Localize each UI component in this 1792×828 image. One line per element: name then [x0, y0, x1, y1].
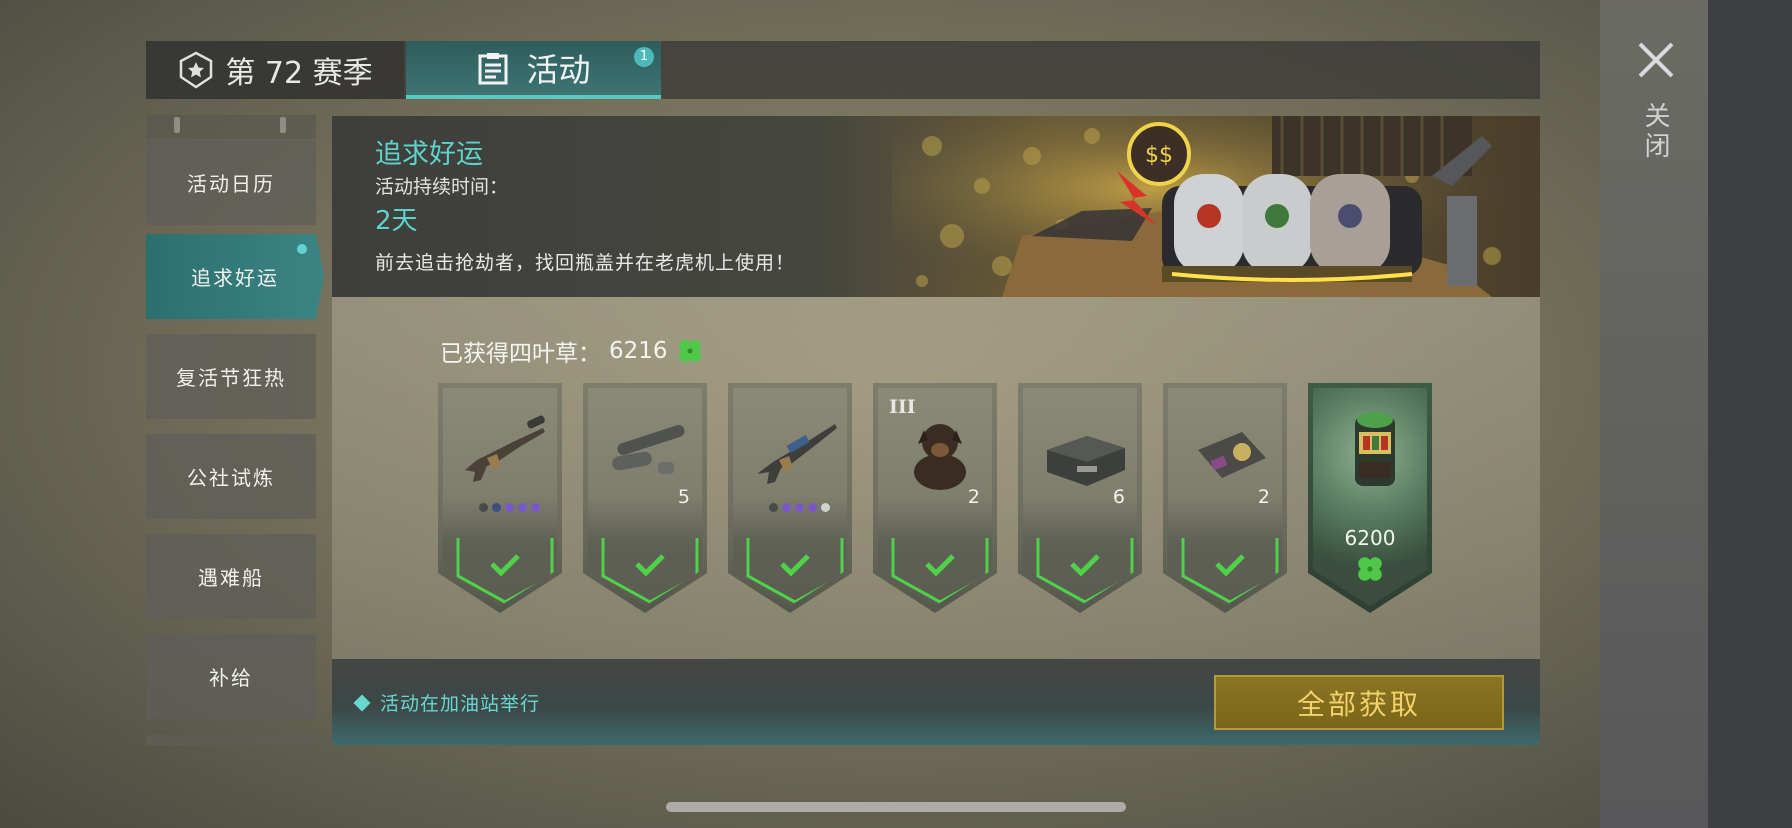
reward-track: 5 III 2 6 2 6200 — [438, 383, 1438, 613]
event-duration: 2天 — [375, 206, 418, 236]
rarity-dot — [492, 503, 501, 512]
close-icon — [1638, 42, 1674, 78]
sidebar-item-label: 复活节狂热 — [176, 366, 286, 390]
reward-card-face — [443, 388, 557, 606]
notification-badge: 1 — [634, 47, 654, 67]
four-leaf-clover-icon — [678, 340, 701, 362]
sidebar-item-label: 活动日历 — [187, 172, 275, 196]
rarity-dot — [505, 503, 514, 512]
event-duration-label: 活动持续时间： — [375, 176, 509, 198]
clover-progress-value: 6216 — [609, 338, 668, 364]
sidebar-top-rail — [146, 115, 316, 139]
reward-card-face: 5 — [588, 388, 702, 606]
reward-card-face: 6200 — [1313, 388, 1427, 606]
reward-count: 2 — [1257, 486, 1270, 508]
final-reward-card[interactable]: 6200 — [1308, 383, 1432, 613]
sidebar-item-label: 补给 — [209, 666, 253, 690]
rarity-dot — [808, 503, 817, 512]
event-sidebar: 活动日历 追求好运 复活节狂热 公社试炼 遇难船 补给 — [146, 115, 324, 745]
sidebar-item-commune-trial[interactable]: 公社试炼 — [146, 434, 316, 519]
rail-peg — [280, 117, 286, 133]
claim-all-button[interactable]: 全部获取 — [1214, 675, 1504, 730]
close-button[interactable] — [1632, 36, 1680, 84]
sidebar-item-supply[interactable]: 补给 — [146, 634, 316, 719]
tab-season[interactable]: 第 72 赛季 — [146, 41, 404, 99]
sidebar-item-pursue-luck[interactable]: 追求好运 — [146, 234, 324, 319]
reward-card[interactable]: 2 — [1163, 383, 1287, 613]
claimed-check-icon — [891, 538, 989, 604]
reward-card-face: 2 — [1168, 388, 1282, 606]
event-panel: $$ 追求好运 活动持续时间： 2天 前去追击抢劫者，找回瓶盖并在老虎机上使用！… — [332, 116, 1540, 745]
rarity-dots — [479, 503, 540, 512]
reward-content: 已获得四叶草： 6216 5 III 2 6 2 6200 — [332, 297, 1540, 659]
claimed-check-icon — [1036, 538, 1134, 604]
reward-card[interactable] — [728, 383, 852, 613]
reward-card[interactable]: 5 — [583, 383, 707, 613]
home-indicator[interactable] — [666, 802, 1126, 812]
four-leaf-clover-icon — [1358, 557, 1382, 581]
event-title: 追求好运 — [375, 139, 483, 170]
sidebar-item-partial — [146, 735, 316, 745]
reward-card-face — [733, 388, 847, 606]
event-banner: $$ 追求好运 活动持续时间： 2天 前去追击抢劫者，找回瓶盖并在老虎机上使用！ — [332, 116, 1540, 297]
rarity-dot — [531, 503, 540, 512]
rarity-dot — [518, 503, 527, 512]
sidebar-item-label: 公社试炼 — [187, 466, 275, 490]
claimed-check-icon — [746, 538, 844, 604]
rarity-dot — [782, 503, 791, 512]
clover-progress: 已获得四叶草： 6216 — [440, 334, 704, 368]
rarity-dot — [479, 503, 488, 512]
new-indicator-dot — [297, 244, 307, 254]
reward-card[interactable] — [438, 383, 562, 613]
reward-count: 2 — [967, 486, 980, 508]
diamond-bullet-icon — [353, 694, 371, 711]
sidebar-item-shipwreck[interactable]: 遇难船 — [146, 534, 316, 619]
claimed-check-icon — [456, 538, 554, 604]
close-label[interactable]: 关闭 — [1638, 102, 1674, 162]
event-location-note: 活动在加油站举行 — [353, 689, 541, 716]
reward-count: 5 — [677, 486, 690, 508]
claimed-check-icon — [1181, 538, 1279, 604]
dog-icon — [914, 424, 966, 490]
rail-peg — [174, 117, 180, 133]
rarity-dot — [769, 503, 778, 512]
sidebar-item-label: 追求好运 — [191, 266, 279, 290]
tab-event[interactable]: 活动 — [406, 41, 661, 99]
sidebar-item-easter[interactable]: 复活节狂热 — [146, 334, 316, 419]
final-reward-cost: 6200 — [1344, 526, 1396, 550]
event-footer: 活动在加油站举行 全部获取 — [332, 659, 1540, 745]
launcher-parts-icon — [612, 425, 685, 474]
sidebar-item-calendar[interactable]: 活动日历 — [146, 140, 316, 225]
reward-card-face: 6 — [1023, 388, 1137, 606]
assault-rifle-icon — [757, 424, 837, 484]
rifle-icon — [465, 415, 545, 482]
event-description: 前去追击抢劫者，找回瓶盖并在老虎机上使用！ — [375, 252, 796, 274]
event-location-text: 活动在加油站举行 — [380, 693, 541, 715]
slot-machine-icon — [1355, 412, 1395, 486]
rarity-dot — [821, 503, 830, 512]
reward-card[interactable]: III 2 — [873, 383, 997, 613]
season-shield-icon — [180, 51, 213, 89]
clover-progress-label: 已获得四叶草： — [440, 341, 601, 367]
tab-event-label: 活动 — [526, 51, 591, 89]
weapon-crate-icon — [1047, 436, 1125, 486]
claimed-check-icon — [601, 538, 699, 604]
reward-count: 6 — [1112, 486, 1125, 508]
slot-machine-truck-illustration: $$ — [892, 116, 1540, 297]
reward-card[interactable]: 6 — [1018, 383, 1142, 613]
sidebar-item-label: 遇难船 — [198, 566, 264, 590]
svg-text:$$: $$ — [1145, 143, 1173, 168]
rarity-dot — [795, 503, 804, 512]
reward-card-face: III 2 — [878, 388, 992, 606]
tab-season-label: 第 72 赛季 — [225, 56, 373, 91]
clipboard-icon — [478, 53, 508, 85]
badge-wallet-icon — [1198, 432, 1266, 478]
rarity-dots — [769, 503, 830, 512]
top-tab-bar: 第 72 赛季 活动 — [146, 41, 1540, 99]
right-edge — [1708, 0, 1792, 828]
